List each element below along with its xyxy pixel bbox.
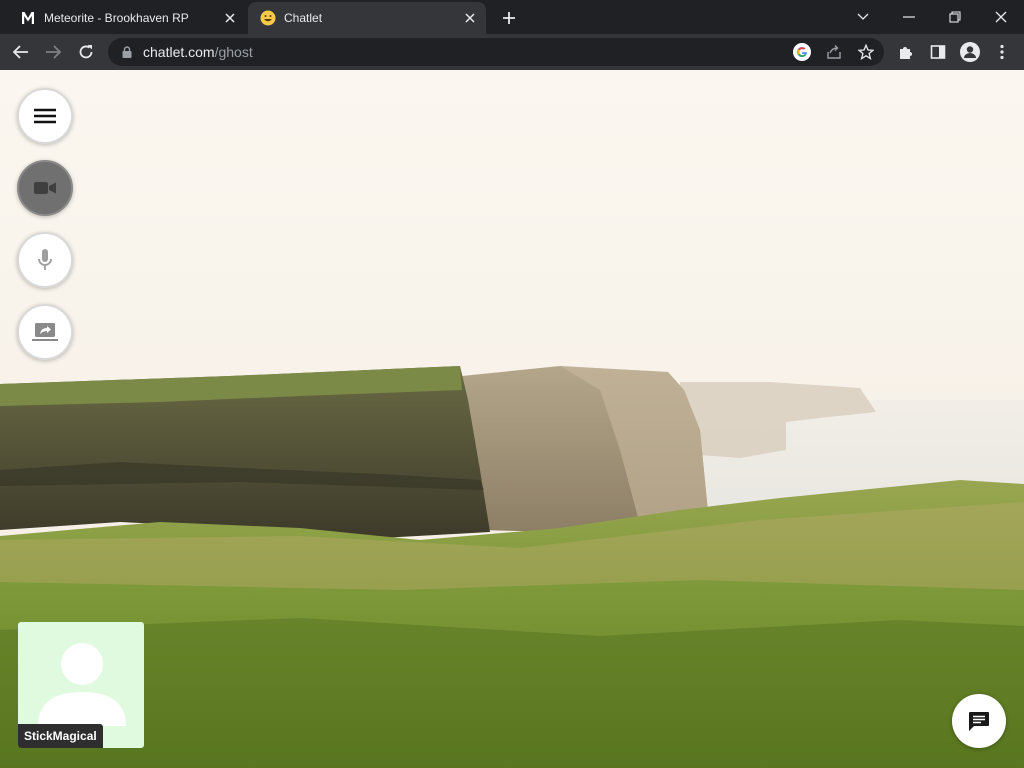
- puzzle-icon: [900, 47, 912, 59]
- arrow-right-icon: [46, 45, 61, 59]
- share-button[interactable]: [820, 38, 848, 66]
- tab-title: Chatlet: [284, 11, 323, 25]
- url-host: chatlet.com: [143, 44, 215, 60]
- google-g-icon: [793, 43, 811, 61]
- extensions-button[interactable]: [892, 38, 920, 66]
- screen-share-button[interactable]: [17, 304, 73, 360]
- back-button[interactable]: [8, 39, 34, 65]
- profile-button[interactable]: [956, 38, 984, 66]
- url-path: /ghost: [214, 44, 253, 60]
- close-icon: [995, 11, 1007, 23]
- forward-button[interactable]: [40, 39, 66, 65]
- tab-search-button[interactable]: [840, 0, 886, 34]
- sea-cliffs-background: [0, 70, 1024, 768]
- new-tab-button[interactable]: [498, 7, 520, 29]
- microphone-toggle-button[interactable]: [17, 232, 73, 288]
- address-bar[interactable]: chatlet.com/ghost: [108, 38, 884, 66]
- tab-title: Meteorite - Brookhaven RP: [44, 11, 189, 25]
- camera-toggle-button[interactable]: [17, 160, 73, 216]
- tab-meteorite[interactable]: Meteorite - Brookhaven RP: [8, 2, 246, 34]
- lock-icon[interactable]: [120, 45, 134, 59]
- star-icon: [858, 44, 874, 60]
- chat-button[interactable]: [952, 694, 1006, 748]
- bookmark-button[interactable]: [852, 38, 880, 66]
- participant-name-tag: StickMagical: [18, 724, 103, 748]
- restore-icon: [949, 11, 961, 23]
- minimize-icon: [903, 16, 915, 18]
- side-panel-icon: [930, 45, 946, 59]
- close-tab-icon[interactable]: [222, 10, 238, 26]
- kebab-menu-icon: [1000, 44, 1004, 60]
- chat-bubble-icon: [969, 712, 989, 731]
- reload-icon: [79, 45, 93, 59]
- side-panel-button[interactable]: [924, 38, 952, 66]
- chatlet-room: StickMagical: [0, 70, 1024, 768]
- close-tab-icon[interactable]: [462, 10, 478, 26]
- restore-button[interactable]: [932, 0, 978, 34]
- browser-menu-button[interactable]: [988, 38, 1016, 66]
- share-icon: [827, 45, 841, 59]
- reload-button[interactable]: [73, 39, 99, 65]
- browser-tab-strip: Meteorite - Brookhaven RP Chatlet: [0, 0, 1024, 34]
- minimize-button[interactable]: [886, 0, 932, 34]
- browser-toolbar: chatlet.com/ghost: [0, 34, 1024, 70]
- screen-share-icon: [32, 323, 58, 341]
- video-camera-icon: [34, 182, 56, 194]
- menu-button[interactable]: [17, 88, 73, 144]
- arrow-left-icon: [13, 45, 28, 59]
- url-text: chatlet.com/ghost: [143, 44, 253, 60]
- google-lens-button[interactable]: [788, 38, 816, 66]
- avatar-icon: [960, 42, 980, 62]
- grinning-face-icon: [260, 10, 276, 26]
- tab-chatlet[interactable]: Chatlet: [248, 2, 486, 34]
- hamburger-menu-icon: [34, 108, 56, 124]
- plus-icon: [503, 12, 515, 24]
- close-window-button[interactable]: [978, 0, 1024, 34]
- meteorite-m-icon: [20, 10, 36, 26]
- microphone-icon: [38, 249, 52, 270]
- chevron-down-icon: [857, 13, 869, 20]
